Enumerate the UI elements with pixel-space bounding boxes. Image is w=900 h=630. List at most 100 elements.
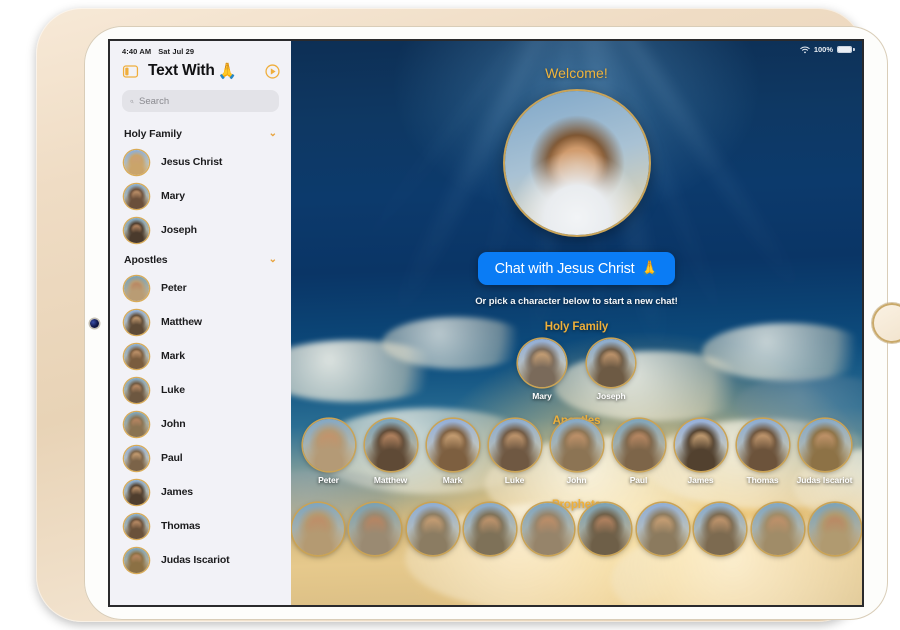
search-icon: [130, 99, 134, 103]
sidebar-item-label: Luke: [161, 384, 185, 396]
avatar: [674, 419, 727, 471]
character-name: Mary: [532, 391, 552, 401]
sidebar-item-label: Mark: [161, 350, 185, 362]
main-pane: 100% Welcome! Chat with Jesus Christ 🙏 O…: [291, 41, 862, 605]
character-james[interactable]: James: [672, 419, 730, 485]
sidebar-item-label: Joseph: [161, 224, 197, 236]
cta-wrap: Chat with Jesus Christ 🙏: [291, 252, 862, 285]
app-root: 4:40 AM Sat Jul 29 Text With 🙏 Search Ho…: [110, 41, 862, 605]
avatar: [579, 503, 632, 555]
character-joseph[interactable]: Joseph: [580, 339, 642, 401]
sidebar-item-mark[interactable]: Mark: [110, 339, 291, 373]
avatar: [518, 339, 566, 387]
avatar: [124, 309, 149, 335]
character-tile[interactable]: [406, 503, 460, 559]
avatar: [406, 503, 459, 555]
avatar: [302, 419, 355, 471]
sidebar-item-jesus-christ[interactable]: Jesus Christ: [110, 145, 291, 179]
character-judas-iscariot[interactable]: Judas Iscariot: [796, 419, 854, 485]
front-camera-icon: [90, 319, 99, 328]
character-name: Judas Iscariot: [796, 475, 853, 485]
avatar: [426, 419, 479, 471]
character-tile[interactable]: [579, 503, 633, 559]
battery-icon: [837, 46, 855, 53]
sidebar-item-mary[interactable]: Mary: [110, 179, 291, 213]
status-time: 4:40 AM: [122, 46, 152, 56]
sidebar-group-header-apostles[interactable]: Apostles ⌄: [110, 247, 291, 271]
sidebar-item-peter[interactable]: Peter: [110, 271, 291, 305]
avatar: [587, 339, 635, 387]
avatar: [124, 275, 149, 301]
sidebar-item-james[interactable]: James: [110, 475, 291, 509]
section-title: Holy Family: [544, 321, 609, 333]
wifi-icon: [800, 46, 810, 53]
character-john[interactable]: John: [548, 419, 606, 485]
search-input[interactable]: [139, 95, 271, 107]
sidebar: 4:40 AM Sat Jul 29 Text With 🙏 Search Ho…: [110, 41, 291, 605]
avatar: [291, 503, 344, 555]
character-tile[interactable]: [464, 503, 518, 559]
sidebar-group-title: Apostles: [124, 254, 168, 266]
character-tile[interactable]: [751, 503, 805, 559]
chevron-down-icon[interactable]: ⌄: [269, 255, 277, 265]
sidebar-item-thomas[interactable]: Thomas: [110, 509, 291, 543]
avatar: [364, 419, 417, 471]
character-tile[interactable]: [694, 503, 748, 559]
section-prophets: Prophets: [291, 499, 862, 559]
character-row: Mary Joseph: [291, 339, 862, 401]
character-tile[interactable]: [291, 503, 345, 559]
character-tile[interactable]: [809, 503, 863, 559]
cta-subtitle: Or pick a character below to start a new…: [475, 296, 678, 307]
praying-hands-icon: 🙏: [640, 261, 659, 277]
avatar: [809, 503, 862, 555]
character-sections: Holy FamilyMaryJosephApostlesPeterMatthe…: [291, 321, 862, 559]
sidebar-list[interactable]: Holy Family ⌄ Jesus Christ Mary Joseph Apostl…: [110, 121, 291, 605]
jesus-hero-avatar[interactable]: [504, 91, 649, 235]
sidebar-item-paul[interactable]: Paul: [110, 441, 291, 475]
hero-avatar-wrap: [291, 91, 862, 235]
sidebar-group-header-holy-family[interactable]: Holy Family ⌄: [110, 121, 291, 145]
battery-fill: [838, 47, 851, 52]
character-luke[interactable]: Luke: [486, 419, 544, 485]
avatar: [464, 503, 517, 555]
character-thomas[interactable]: Thomas: [734, 419, 792, 485]
sidebar-item-judas-iscariot[interactable]: Judas Iscariot: [110, 543, 291, 577]
avatar: [124, 547, 149, 573]
character-mary[interactable]: Mary: [511, 339, 573, 401]
sidebar-header: Text With 🙏: [110, 57, 291, 88]
main-scroll-area[interactable]: Welcome! Chat with Jesus Christ 🙏 Or pic…: [291, 41, 862, 605]
character-mark[interactable]: Mark: [424, 419, 482, 485]
sidebar-item-matthew[interactable]: Matthew: [110, 305, 291, 339]
sidebar-item-joseph[interactable]: Joseph: [110, 213, 291, 247]
section-apostles: ApostlesPeterMatthewMarkLukeJohnPaulJame…: [291, 415, 862, 485]
sidebar-item-john[interactable]: John: [110, 407, 291, 441]
search-box[interactable]: [122, 90, 279, 112]
chat-with-jesus-button[interactable]: Chat with Jesus Christ 🙏: [477, 252, 676, 285]
character-tile[interactable]: [636, 503, 690, 559]
character-name: Mark: [442, 475, 463, 485]
sidebar-item-label: Judas Iscariot: [161, 554, 230, 566]
avatar: [798, 419, 851, 471]
battery-percent-label: 100%: [813, 45, 833, 54]
sidebar-item-luke[interactable]: Luke: [110, 373, 291, 407]
character-row: [291, 503, 862, 559]
character-tile[interactable]: [521, 503, 575, 559]
character-name: Joseph: [596, 391, 626, 401]
chevron-down-icon[interactable]: ⌄: [269, 129, 277, 139]
character-paul[interactable]: Paul: [610, 419, 668, 485]
sidebar-toggle-icon[interactable]: [122, 63, 139, 80]
character-matthew[interactable]: Matthew: [362, 419, 420, 485]
avatar: [636, 503, 689, 555]
avatar: [124, 343, 149, 369]
compose-icon[interactable]: [264, 63, 281, 80]
battery-nub: [853, 48, 855, 51]
sidebar-group-title: Holy Family: [124, 128, 182, 140]
character-peter[interactable]: Peter: [300, 419, 358, 485]
sidebar-item-label: Mary: [161, 190, 185, 202]
character-tile[interactable]: [349, 503, 403, 559]
avatar: [124, 183, 149, 209]
avatar: [612, 419, 665, 471]
character-name: Luke: [504, 475, 525, 485]
avatar: [124, 217, 149, 243]
sidebar-title: Text With 🙏: [148, 62, 237, 80]
